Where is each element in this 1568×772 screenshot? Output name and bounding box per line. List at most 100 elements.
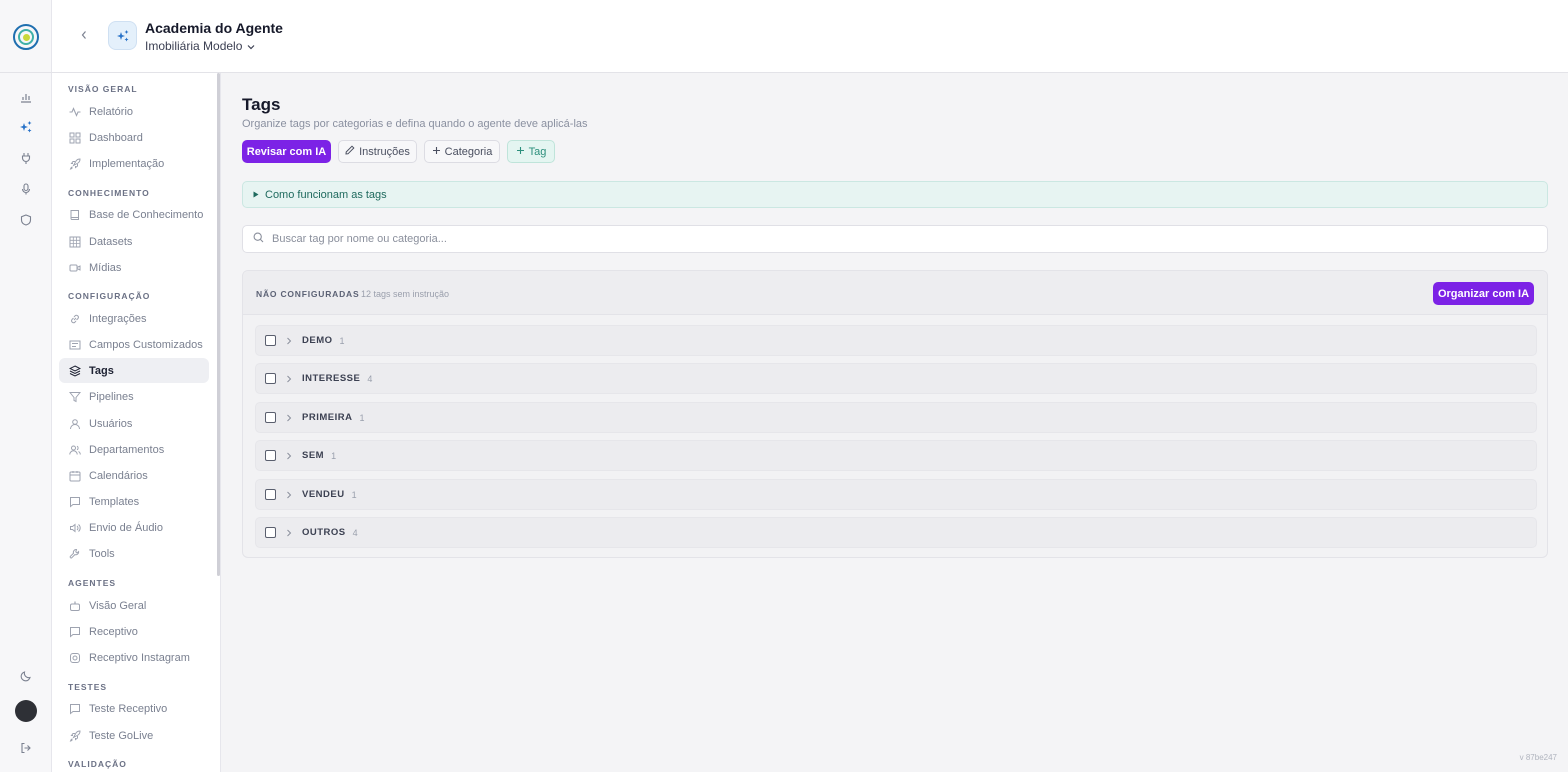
plug-icon[interactable] [16, 148, 36, 168]
rocket-icon [68, 157, 81, 170]
sidebar-item-implementacao[interactable]: Implementação [59, 151, 209, 176]
chevron-right-icon[interactable] [284, 451, 294, 461]
volume-icon [68, 521, 81, 534]
category-row[interactable]: INTERESSE 4 [255, 363, 1537, 394]
category-count: 1 [331, 450, 337, 461]
category-checkbox[interactable] [265, 527, 276, 538]
category-row[interactable]: OUTROS 4 [255, 517, 1537, 548]
pencil-icon [345, 145, 355, 158]
grid-icon [68, 131, 81, 144]
version-label: v 87be247 [1519, 753, 1557, 762]
sidebar-item-teste-golive[interactable]: Teste GoLive [59, 723, 209, 748]
filter-icon [68, 390, 81, 403]
sidebar-item-envio-audio[interactable]: Envio de Áudio [59, 515, 209, 540]
chevron-right-icon[interactable] [284, 490, 294, 500]
sidebar-item-tags[interactable]: Tags [59, 358, 209, 383]
sidebar-item-datasets[interactable]: Datasets [59, 229, 209, 254]
add-tag-button[interactable]: Tag [507, 140, 555, 163]
category-count: 1 [339, 335, 345, 346]
sidebar-item-receptivo[interactable]: Receptivo [59, 619, 209, 644]
category-checkbox[interactable] [265, 450, 276, 461]
category-row[interactable]: PRIMEIRA 1 [255, 402, 1537, 433]
moon-icon[interactable] [16, 666, 36, 686]
chevron-right-icon[interactable] [284, 528, 294, 538]
section-visao-geral: VISÃO GERAL [68, 84, 138, 94]
category-checkbox[interactable] [265, 335, 276, 346]
sidebar-item-templates[interactable]: Templates [59, 489, 209, 514]
message-square-icon [68, 495, 81, 508]
category-name: SEM [302, 450, 325, 461]
category-row[interactable]: VENDEU 1 [255, 479, 1537, 510]
unconfigured-panel: NÃO CONFIGURADAS 12 tags sem instrução O… [242, 270, 1548, 558]
tag-search [242, 225, 1548, 253]
link-icon [68, 312, 81, 325]
category-name: INTERESSE [302, 373, 361, 384]
category-count: 4 [367, 373, 373, 384]
category-count: 1 [359, 412, 365, 423]
sidebar-item-departamentos[interactable]: Departamentos [59, 437, 209, 462]
how-tags-work-toggle[interactable]: Como funcionam as tags [242, 181, 1548, 208]
sidebar-item-dashboard[interactable]: Dashboard [59, 125, 209, 150]
sidebar-item-pipelines[interactable]: Pipelines [59, 384, 209, 409]
app-logo-icon[interactable] [13, 24, 39, 50]
message-square-icon [68, 625, 81, 638]
logout-icon[interactable] [16, 738, 36, 758]
sidebar-item-campos-customizados[interactable]: Campos Customizados [59, 332, 209, 357]
organization-select[interactable]: Imobiliária Modelo [145, 39, 255, 53]
category-checkbox[interactable] [265, 412, 276, 423]
sidebar-item-calendarios[interactable]: Calendários [59, 463, 209, 488]
user-avatar[interactable] [15, 700, 37, 722]
add-category-button[interactable]: Categoria [424, 140, 500, 163]
bot-icon [68, 599, 81, 612]
wrench-icon [68, 547, 81, 560]
agent-avatar [108, 21, 137, 50]
category-checkbox[interactable] [265, 373, 276, 384]
chevron-down-icon [247, 39, 255, 53]
form-icon [68, 338, 81, 351]
instructions-button[interactable]: Instruções [338, 140, 417, 163]
sidebar-item-receptivo-instagram[interactable]: Receptivo Instagram [59, 645, 209, 670]
panel-count: 12 tags sem instrução [361, 289, 450, 299]
agent-name: Academia do Agente [145, 20, 283, 36]
category-name: DEMO [302, 335, 333, 346]
shield-icon[interactable] [16, 210, 36, 230]
category-checkbox[interactable] [265, 489, 276, 500]
message-square-icon [68, 702, 81, 715]
chevron-right-icon[interactable] [284, 374, 294, 384]
category-row[interactable]: SEM 1 [255, 440, 1537, 471]
tag-search-input[interactable] [272, 233, 1547, 245]
sidebar-item-teste-receptivo[interactable]: Teste Receptivo [59, 696, 209, 721]
organization-name: Imobiliária Modelo [145, 39, 243, 53]
plus-icon [432, 146, 441, 158]
user-icon [68, 417, 81, 430]
section-validacao: VALIDAÇÃO [68, 759, 127, 769]
chevron-right-icon[interactable] [284, 413, 294, 423]
sidebar-item-tools[interactable]: Tools [59, 541, 209, 566]
section-agentes: AGENTES [68, 578, 117, 588]
sidebar-scrollbar[interactable] [217, 73, 220, 576]
section-configuracao: CONFIGURAÇÃO [68, 291, 151, 301]
sidebar-item-midias[interactable]: Mídias [59, 255, 209, 280]
instagram-icon [68, 651, 81, 664]
sidebar-item-relatorio[interactable]: Relatório [59, 99, 209, 124]
category-row[interactable]: DEMO 1 [255, 325, 1537, 356]
panel-header: NÃO CONFIGURADAS 12 tags sem instrução O… [243, 271, 1547, 315]
organize-with-ai-button[interactable]: Organizar com IA [1433, 282, 1534, 305]
sidebar-item-integracoes[interactable]: Integrações [59, 306, 209, 331]
review-with-ai-button[interactable]: Revisar com IA [242, 140, 331, 163]
chart-icon[interactable] [16, 87, 36, 107]
sidebar: VISÃO GERAL Relatório Dashboard Implemen… [52, 73, 221, 772]
sparkles-icon[interactable] [16, 117, 36, 137]
page-title: Tags [242, 95, 281, 114]
microphone-icon[interactable] [16, 179, 36, 199]
sidebar-item-visao-geral-agentes[interactable]: Visão Geral [59, 593, 209, 618]
activity-icon [68, 105, 81, 118]
sidebar-item-usuarios[interactable]: Usuários [59, 411, 209, 436]
plus-icon [516, 146, 525, 158]
category-name: PRIMEIRA [302, 412, 353, 423]
category-name: VENDEU [302, 489, 345, 500]
video-icon [68, 261, 81, 274]
chevron-right-icon[interactable] [284, 336, 294, 346]
sidebar-item-base-conhecimento[interactable]: Base de Conhecimento [59, 202, 209, 227]
back-chevron-icon[interactable] [76, 27, 92, 43]
